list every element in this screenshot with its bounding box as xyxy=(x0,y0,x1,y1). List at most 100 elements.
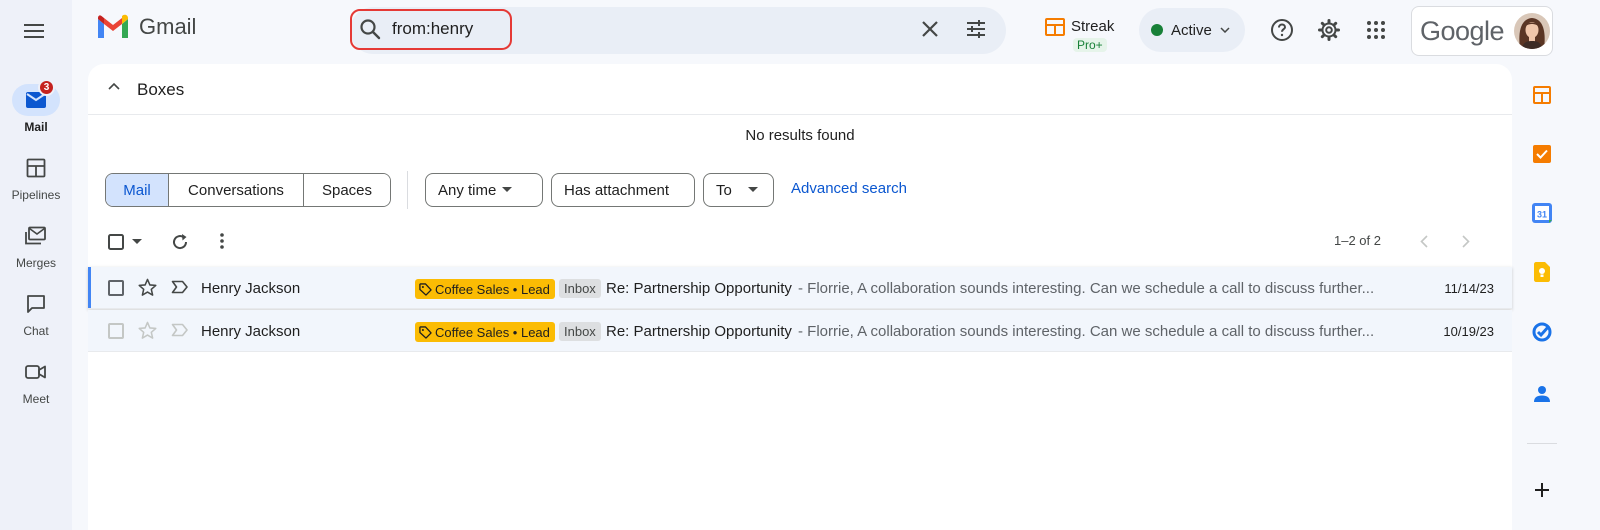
merges-icon xyxy=(25,226,47,246)
row-date: 10/19/23 xyxy=(1443,324,1494,339)
gear-icon xyxy=(1317,18,1341,42)
importance-marker-icon[interactable] xyxy=(171,323,189,337)
streak-box-tag[interactable]: Coffee Sales • Lead xyxy=(415,322,555,342)
rail-label-chat: Chat xyxy=(23,324,49,338)
row-snippet: - Florrie, A collaboration sounds intere… xyxy=(798,280,1375,297)
streak-menu[interactable]: Streak Pro+ xyxy=(1045,18,1115,52)
boxes-header[interactable]: Boxes xyxy=(88,64,1512,115)
boxes-label: Boxes xyxy=(137,80,185,99)
gmail-logo[interactable]: Gmail xyxy=(96,14,196,40)
chip-label-to: To xyxy=(716,181,732,199)
advanced-search-link[interactable]: Advanced search xyxy=(791,180,907,197)
chip-label-any-time: Any time xyxy=(438,181,497,199)
tag-label: Coffee Sales • Lead xyxy=(435,324,550,340)
gmail-m-icon xyxy=(96,14,130,40)
right-rail-divider xyxy=(1527,443,1557,444)
email-row[interactable]: Henry Jackson Coffee Sales • Lead Inbox … xyxy=(88,310,1512,352)
streak-icon xyxy=(1533,86,1551,104)
apps-grid-icon xyxy=(1366,20,1386,40)
rail-item-chat[interactable]: Chat xyxy=(0,288,72,338)
search-icon xyxy=(358,17,382,41)
contacts-button[interactable] xyxy=(1528,380,1556,408)
has-attachment-filter[interactable]: Has attachment xyxy=(551,173,695,207)
account-button[interactable]: Google xyxy=(1411,6,1553,56)
row-subject: Re: Partnership Opportunity xyxy=(606,280,792,297)
rail-item-merges[interactable]: Merges xyxy=(0,220,72,270)
streak-icon xyxy=(1045,18,1065,36)
select-dropdown-icon[interactable] xyxy=(132,239,142,245)
tasks-button[interactable] xyxy=(1528,318,1556,346)
rail-label-meet: Meet xyxy=(22,392,50,406)
status-label: Active xyxy=(1171,21,1212,39)
no-results-message: No results found xyxy=(745,127,855,144)
support-button[interactable] xyxy=(1266,14,1298,46)
list-toolbar: 1–2 of 2 xyxy=(88,224,1512,260)
streak-tasks-button[interactable] xyxy=(1528,140,1556,168)
unread-badge: 3 xyxy=(38,79,55,96)
to-filter[interactable]: To xyxy=(703,173,774,207)
folder-label[interactable]: Inbox xyxy=(559,279,601,298)
row-date: 11/14/23 xyxy=(1444,281,1494,296)
folder-label[interactable]: Inbox xyxy=(559,322,601,341)
tag-label: Coffee Sales • Lead xyxy=(435,281,550,297)
select-all-checkbox[interactable] xyxy=(108,234,124,250)
status-button[interactable]: Active xyxy=(1139,8,1245,52)
pipelines-icon xyxy=(26,158,46,178)
tasks-icon xyxy=(1532,322,1552,342)
segment-spaces[interactable]: Spaces xyxy=(304,174,390,206)
row-snippet: - Florrie, A collaboration sounds intere… xyxy=(798,323,1375,340)
clear-search-button[interactable] xyxy=(918,17,942,41)
older-page-icon[interactable] xyxy=(1462,235,1470,248)
status-dot xyxy=(1151,24,1163,36)
rail-label-mail: Mail xyxy=(24,120,48,134)
dropdown-arrow-icon xyxy=(747,187,758,193)
calendar-button[interactable]: 31 xyxy=(1528,199,1556,227)
keep-icon xyxy=(1534,262,1550,282)
star-icon[interactable] xyxy=(138,278,157,297)
row-checkbox[interactable] xyxy=(108,280,124,296)
segment-conversations[interactable]: Conversations xyxy=(169,174,304,206)
chevron-down-icon xyxy=(1220,27,1230,33)
email-row[interactable]: Henry Jackson Coffee Sales • Lead Inbox … xyxy=(88,267,1512,309)
row-checkbox[interactable] xyxy=(108,323,124,339)
filter-divider xyxy=(407,171,408,209)
chip-label-has-attachment: Has attachment xyxy=(564,181,670,199)
chat-icon xyxy=(26,294,46,314)
streak-label: Streak xyxy=(1071,18,1115,35)
star-icon[interactable] xyxy=(138,321,157,340)
main-menu-button[interactable] xyxy=(14,11,54,51)
result-type-selector: Mail Conversations Spaces xyxy=(105,173,391,207)
segment-mail[interactable]: Mail xyxy=(106,174,169,206)
importance-marker-icon[interactable] xyxy=(171,280,189,294)
apps-button[interactable] xyxy=(1360,14,1392,46)
refresh-icon[interactable] xyxy=(171,233,189,251)
menu-icon xyxy=(24,24,44,38)
svg-text:31: 31 xyxy=(1537,210,1547,220)
calendar-icon: 31 xyxy=(1532,203,1552,223)
get-addons-button[interactable] xyxy=(1528,476,1556,504)
rail-label-merges: Merges xyxy=(15,256,56,270)
streak-box-tag[interactable]: Coffee Sales • Lead xyxy=(415,279,555,299)
plus-icon xyxy=(1534,482,1550,498)
rail-item-mail[interactable]: 3 Mail xyxy=(0,79,72,134)
main-panel: Boxes No results found Mail Conversation… xyxy=(88,64,1512,530)
more-options-icon[interactable] xyxy=(220,233,224,249)
rail-item-meet[interactable]: Meet xyxy=(0,356,72,406)
any-time-filter[interactable]: Any time xyxy=(425,173,543,207)
tag-icon xyxy=(419,325,432,339)
streak-sidebar-button[interactable] xyxy=(1528,81,1556,109)
search-options-button[interactable] xyxy=(964,17,988,41)
tag-icon xyxy=(419,282,432,296)
search-button[interactable] xyxy=(358,17,382,41)
rail-item-pipelines[interactable]: Pipelines xyxy=(0,152,72,202)
rail-label-pipelines: Pipelines xyxy=(11,188,61,202)
search-input[interactable]: from:henry xyxy=(392,19,473,39)
close-icon xyxy=(918,17,942,41)
chevron-up-icon[interactable] xyxy=(108,82,120,90)
settings-button[interactable] xyxy=(1313,14,1345,46)
row-subject: Re: Partnership Opportunity xyxy=(606,323,792,340)
app-name: Gmail xyxy=(139,14,197,39)
meet-icon xyxy=(25,364,47,380)
keep-button[interactable] xyxy=(1528,258,1556,286)
newer-page-icon[interactable] xyxy=(1420,235,1428,248)
